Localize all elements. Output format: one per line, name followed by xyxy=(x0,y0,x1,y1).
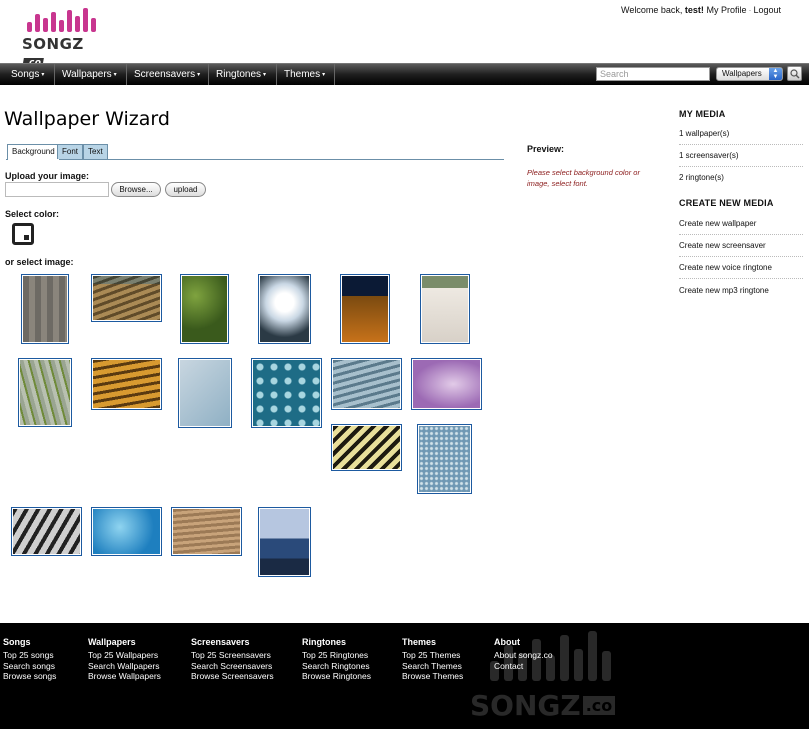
wallpaper-thumb-sky-trees[interactable] xyxy=(258,274,311,344)
preview-message: Please select background color or image,… xyxy=(527,168,640,188)
footer-col-themes: Themes Top 25 Themes Search Themes Brows… xyxy=(402,637,463,682)
footer-col-ringtones: Ringtones Top 25 Ringtones Search Ringto… xyxy=(302,637,371,682)
footer-link[interactable]: Top 25 Wallpapers xyxy=(88,650,161,661)
my-ringtones-link[interactable]: 2 ringtone(s) xyxy=(679,167,803,189)
search-category-select[interactable]: Wallpapers ▲ ▼ xyxy=(716,67,783,81)
footer-link[interactable]: Search Screensavers xyxy=(191,661,274,672)
footer-link[interactable]: Top 25 songs xyxy=(3,650,56,661)
username: test! xyxy=(684,5,704,15)
footer-link[interactable]: Browse songs xyxy=(3,671,56,682)
footer-col-screensavers: Screensavers Top 25 Screensavers Search … xyxy=(191,637,274,682)
footer-col-songs: Songs Top 25 songs Search songs Browse s… xyxy=(3,637,56,682)
welcome-text: Welcome back, xyxy=(621,5,683,15)
user-bar: Welcome back, test! My Profile · Logout xyxy=(621,5,781,15)
wallpaper-thumb-ripples[interactable] xyxy=(331,358,402,410)
wallpaper-thumb-water-branch[interactable] xyxy=(178,358,232,428)
tab-text[interactable]: Text xyxy=(83,144,108,159)
footer-heading: Screensavers xyxy=(191,637,250,647)
footer-heading: Songs xyxy=(3,637,31,647)
browse-button[interactable]: Browse... xyxy=(111,182,161,197)
wallpaper-thumb-desert[interactable] xyxy=(171,507,242,556)
wallpaper-thumb-blue-pattern[interactable] xyxy=(251,358,322,428)
caret-down-icon: ▾ xyxy=(41,72,45,78)
footer-link[interactable]: Top 25 Screensavers xyxy=(191,650,274,661)
footer-link[interactable]: Browse Wallpapers xyxy=(88,671,161,682)
create-screensaver-link[interactable]: Create new screensaver xyxy=(679,235,803,257)
create-wallpaper-link[interactable]: Create new wallpaper xyxy=(679,213,803,235)
footer-link[interactable]: Search songs xyxy=(3,661,56,672)
site-logo[interactable]: SONGZ.co xyxy=(22,8,102,68)
create-voice-ringtone-link[interactable]: Create new voice ringtone xyxy=(679,257,803,279)
upload-button[interactable]: upload xyxy=(165,182,206,197)
footer-link[interactable]: Browse Ringtones xyxy=(302,671,371,682)
nav-screensavers[interactable]: Screensavers ▾ xyxy=(128,64,209,85)
caret-down-icon: ▾ xyxy=(263,72,267,78)
footer-heading: About xyxy=(494,637,520,647)
logout-link[interactable]: Logout xyxy=(753,5,781,15)
tab-font[interactable]: Font xyxy=(57,144,84,159)
nav-ringtones[interactable]: Ringtones ▾ xyxy=(210,64,277,85)
footer-heading: Ringtones xyxy=(302,637,346,647)
footer-link[interactable]: Browse Themes xyxy=(402,671,463,682)
wallpaper-thumb-seascape[interactable] xyxy=(258,507,311,577)
wallpaper-thumb-leaves[interactable] xyxy=(180,274,229,344)
footer-col-about: About About songz.co Contact xyxy=(494,637,553,671)
sound-bars-icon xyxy=(27,8,96,32)
footer-link[interactable]: Top 25 Ringtones xyxy=(302,650,371,661)
wallpaper-thumb-snow[interactable] xyxy=(420,274,470,344)
footer-link[interactable]: Top 25 Themes xyxy=(402,650,463,661)
create-mp3-ringtone-link[interactable]: Create new mp3 ringtone xyxy=(679,280,803,302)
wallpaper-thumb-purple[interactable] xyxy=(411,358,482,410)
caret-down-icon: ▾ xyxy=(197,72,201,78)
separator: · xyxy=(748,5,752,15)
footer-link[interactable]: Search Ringtones xyxy=(302,661,371,672)
create-media-heading: CREATE NEW MEDIA xyxy=(679,198,774,208)
color-picker-swatch[interactable] xyxy=(12,223,34,245)
my-profile-link[interactable]: My Profile xyxy=(706,5,746,15)
file-path-field[interactable] xyxy=(5,182,109,197)
footer: SONGZ .co Songs Top 25 songs Search songs… xyxy=(0,623,809,729)
preview-title: Preview: xyxy=(527,144,565,154)
upload-label: Upload your image: xyxy=(5,171,90,181)
my-screensavers-link[interactable]: 1 screensaver(s) xyxy=(679,145,803,167)
wallpaper-thumb-chevron[interactable] xyxy=(331,424,402,471)
wallpaper-thumb-pool[interactable] xyxy=(91,507,162,556)
caret-down-icon: ▾ xyxy=(322,72,326,78)
my-media-heading: MY MEDIA xyxy=(679,109,726,119)
footer-link[interactable]: Search Wallpapers xyxy=(88,661,161,672)
search-button[interactable] xyxy=(787,66,802,81)
footer-link[interactable]: Browse Screensavers xyxy=(191,671,274,682)
nav-songs[interactable]: Songs ▾ xyxy=(5,64,55,85)
tab-background[interactable]: Background xyxy=(7,144,60,160)
wallpaper-thumb-stone-wall[interactable] xyxy=(21,274,69,344)
footer-col-wallpapers: Wallpapers Top 25 Wallpapers Search Wall… xyxy=(88,637,161,682)
page-title: Wallpaper Wizard xyxy=(4,108,170,130)
wallpaper-thumb-golden-sand[interactable] xyxy=(91,358,162,410)
wallpaper-thumb-building[interactable] xyxy=(11,507,82,556)
wallpaper-thumb-dunes[interactable] xyxy=(91,274,162,322)
select-color-label: Select color: xyxy=(5,209,60,219)
main-nav: Songs ▾ Wallpapers ▾ Screensavers ▾ Rington… xyxy=(0,63,809,85)
select-image-label: or select image: xyxy=(5,257,74,267)
select-arrows-icon: ▲ ▼ xyxy=(769,68,782,80)
magnifier-icon xyxy=(789,69,799,79)
wallpaper-thumb-orange-night[interactable] xyxy=(340,274,390,344)
wallpaper-thumb-pebbles[interactable] xyxy=(417,424,472,494)
nav-themes[interactable]: Themes ▾ xyxy=(278,64,335,85)
nav-wallpapers[interactable]: Wallpapers ▾ xyxy=(56,64,127,85)
footer-link[interactable]: Search Themes xyxy=(402,661,463,672)
caret-down-icon: ▾ xyxy=(113,72,117,78)
wizard-tabs: Background Font Text xyxy=(6,144,504,160)
my-wallpapers-link[interactable]: 1 wallpaper(s) xyxy=(679,123,803,145)
footer-heading: Themes xyxy=(402,637,437,647)
footer-link[interactable]: About songz.co xyxy=(494,650,553,661)
footer-link[interactable]: Contact xyxy=(494,661,553,672)
footer-heading: Wallpapers xyxy=(88,637,136,647)
search-input[interactable]: Search xyxy=(596,67,710,81)
wallpaper-thumb-reeds[interactable] xyxy=(18,358,72,427)
